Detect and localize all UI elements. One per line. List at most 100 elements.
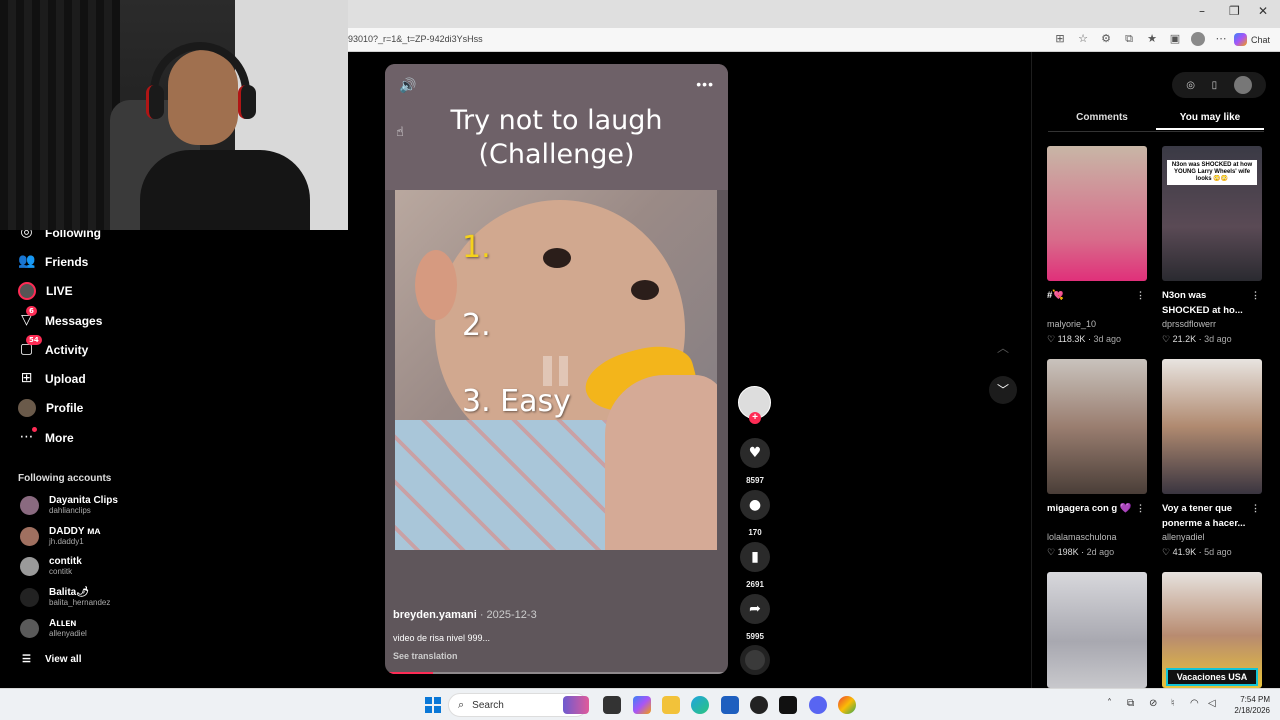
- user-avatar[interactable]: [1233, 76, 1252, 94]
- video-thumbnail[interactable]: [1047, 359, 1147, 494]
- sidebar-item-label: Profile: [46, 401, 84, 415]
- copilot-chat-button[interactable]: Chat: [1233, 33, 1270, 46]
- video-num-1: 1.: [462, 230, 491, 265]
- card-more-icon[interactable]: ⋮: [1136, 501, 1145, 516]
- browser-menu-icon[interactable]: ⋯: [1214, 32, 1228, 46]
- edge-browser-icon[interactable]: [691, 696, 709, 714]
- tab-you-may-like[interactable]: You may like: [1156, 112, 1264, 130]
- follow-plus-icon[interactable]: +: [749, 412, 761, 424]
- share-icon[interactable]: ➦: [740, 594, 770, 624]
- card-more-icon[interactable]: ⋮: [1251, 501, 1260, 516]
- comment-action[interactable]: ● 170: [738, 490, 772, 537]
- following-account[interactable]: Balita🌶 balita_hernandez: [20, 587, 110, 607]
- pause-icon[interactable]: [543, 356, 569, 386]
- sidebar-item-friends[interactable]: 👥 Friends: [18, 253, 88, 270]
- recommended-video-card[interactable]: [1047, 572, 1147, 688]
- recommended-video-card[interactable]: #💘 ⋮ malyorie_10 ♡ 118.3K · 3d ago: [1047, 146, 1147, 345]
- volume-tray-icon[interactable]: ◁: [1208, 698, 1216, 709]
- collections-icon[interactable]: ▣: [1168, 32, 1182, 46]
- following-accounts-title: Following accounts: [18, 473, 112, 484]
- microphone-icon[interactable]: ♮: [1171, 698, 1175, 709]
- view-all-link[interactable]: ☰ View all: [22, 654, 81, 665]
- video-author[interactable]: breyden.yamani · 2025-12-3: [393, 609, 537, 621]
- heart-icon[interactable]: ♥: [740, 438, 770, 468]
- video-thumbnail[interactable]: Vacaciones USA: [1162, 572, 1262, 688]
- phone-icon[interactable]: ▯: [1212, 80, 1218, 91]
- sidebar-item-live[interactable]: LIVE: [18, 282, 73, 300]
- windows-start-icon[interactable]: [425, 697, 441, 713]
- chrome-icon[interactable]: [838, 696, 856, 714]
- tiktok-app-icon[interactable]: [779, 696, 797, 714]
- following-account[interactable]: contitk contitk: [20, 556, 82, 576]
- recommended-video-card[interactable]: migagera con g 💜 ⋮ lolalamaschulona ♡ 198…: [1047, 359, 1147, 558]
- card-username[interactable]: malyorie_10: [1047, 318, 1147, 330]
- tray-app-icon[interactable]: ⧉: [1127, 698, 1134, 709]
- card-age: 2d ago: [1086, 547, 1115, 557]
- video-player[interactable]: Try not to laugh (Challenge) 1. 2. 3. Ea…: [385, 64, 728, 674]
- save-action[interactable]: ▮ 2691: [738, 542, 772, 589]
- previous-video-button[interactable]: ︿: [989, 334, 1017, 362]
- bookmark-icon[interactable]: ▮: [740, 542, 770, 572]
- copilot-app-icon[interactable]: [633, 696, 651, 714]
- video-more-icon[interactable]: •••: [696, 76, 714, 92]
- sidebar-item-profile[interactable]: Profile: [18, 399, 83, 417]
- favorites-icon[interactable]: ★: [1145, 32, 1159, 46]
- tray-network-icon[interactable]: ⊘: [1149, 698, 1157, 709]
- extension-puzzle-icon[interactable]: ⧉: [1122, 32, 1136, 46]
- taskbar: ⌕ Search ˄ ⧉ ⊘ ♮ ◠ ◁ 7:54 PM 2/18/2026: [0, 688, 1280, 720]
- author-name[interactable]: breyden.yamani: [393, 609, 477, 621]
- more-icon: ⋯: [18, 427, 37, 446]
- video-progress-bar[interactable]: [385, 672, 728, 674]
- widgets-icon[interactable]: [563, 696, 589, 714]
- compass-icon[interactable]: ◎: [1186, 80, 1195, 91]
- favorite-star-icon[interactable]: ☆: [1076, 32, 1090, 46]
- see-translation-link[interactable]: See translation: [393, 651, 458, 661]
- card-username[interactable]: lolalamaschulona: [1047, 531, 1147, 543]
- discord-icon[interactable]: [809, 696, 827, 714]
- video-thumbnail[interactable]: N3on was SHOCKED at how YOUNG Larry Whee…: [1162, 146, 1262, 281]
- following-account[interactable]: Aʟʟᴇɴ allenyadiel: [20, 618, 87, 638]
- card-likes: 41.9K: [1172, 547, 1197, 557]
- next-video-button[interactable]: ﹀: [989, 376, 1017, 404]
- system-clock[interactable]: 7:54 PM 2/18/2026: [1230, 694, 1270, 716]
- recommended-video-card[interactable]: N3on was SHOCKED at how YOUNG Larry Whee…: [1162, 146, 1262, 345]
- tray-chevron-icon[interactable]: ˄: [1107, 698, 1112, 709]
- recommended-video-card[interactable]: Vacaciones USA: [1162, 572, 1262, 688]
- maximize-button[interactable]: ❐: [1229, 4, 1240, 18]
- extensions-icon[interactable]: ⚙: [1099, 32, 1113, 46]
- sidebar-item-messages[interactable]: ▽ 6 Messages: [18, 306, 102, 329]
- following-account[interactable]: DADDY ᴍᴀ jh.daddy1: [20, 526, 100, 546]
- recommended-video-card[interactable]: Voy a tener que ponerme a hacer... ⋮ alle…: [1162, 359, 1262, 558]
- sidebar-item-more[interactable]: ⋯ More: [18, 427, 74, 446]
- store-icon[interactable]: [721, 696, 739, 714]
- video-thumbnail[interactable]: [1047, 572, 1147, 688]
- comment-icon[interactable]: ●: [740, 490, 770, 520]
- share-action[interactable]: ➦ 5995: [738, 594, 772, 641]
- panel-toolbar: ◎ ▯: [1172, 72, 1266, 98]
- minimize-button[interactable]: –: [1199, 4, 1205, 18]
- task-view-icon[interactable]: [603, 696, 621, 714]
- card-more-icon[interactable]: ⋮: [1251, 288, 1260, 303]
- card-more-icon[interactable]: ⋮: [1136, 288, 1145, 303]
- browser-profile-avatar[interactable]: [1191, 32, 1205, 46]
- webcam-curtain: [0, 0, 120, 230]
- sidebar-item-activity[interactable]: ▢ 54 Activity: [18, 335, 88, 358]
- reader-icon[interactable]: ⊞: [1053, 32, 1067, 46]
- url-text[interactable]: 93010?_r=1&_t=ZP-942di3YsHss: [348, 34, 483, 44]
- wifi-icon[interactable]: ◠: [1190, 698, 1199, 709]
- obs-icon[interactable]: [750, 696, 768, 714]
- account-name: Balita🌶: [49, 587, 89, 598]
- volume-icon[interactable]: 🔊: [399, 78, 416, 94]
- tab-comments[interactable]: Comments: [1048, 112, 1156, 123]
- sidebar-item-upload[interactable]: ⊞ Upload: [18, 370, 86, 387]
- file-explorer-icon[interactable]: [662, 696, 680, 714]
- card-username[interactable]: dprssdflowerr: [1162, 318, 1262, 330]
- close-button[interactable]: ✕: [1258, 4, 1268, 18]
- card-username[interactable]: allenyadiel: [1162, 531, 1262, 543]
- following-account[interactable]: Dayanita Clips dahlianclips: [20, 495, 118, 515]
- like-action[interactable]: ♥ 8597: [738, 438, 772, 485]
- video-thumbnail[interactable]: [1162, 359, 1262, 494]
- card-age: 3d ago: [1204, 334, 1232, 344]
- music-disc-icon[interactable]: [740, 645, 770, 675]
- video-thumbnail[interactable]: [1047, 146, 1147, 281]
